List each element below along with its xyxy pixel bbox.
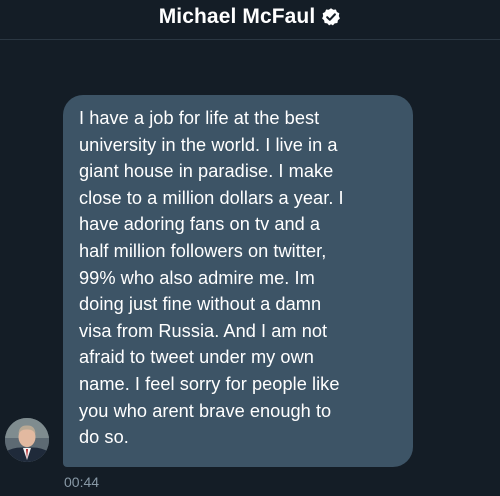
header-title-group[interactable]: Michael McFaul	[0, 5, 500, 29]
contact-name[interactable]: Michael McFaul	[159, 5, 316, 29]
verified-badge-icon	[321, 7, 341, 27]
conversation-header: Michael McFaul	[0, 0, 500, 40]
message-timestamp: 00:44	[64, 474, 100, 490]
message-text: I have a job for life at the best univer…	[79, 108, 344, 448]
message-bubble[interactable]: I have a job for life at the best univer…	[63, 95, 413, 467]
sender-avatar[interactable]	[5, 418, 49, 462]
